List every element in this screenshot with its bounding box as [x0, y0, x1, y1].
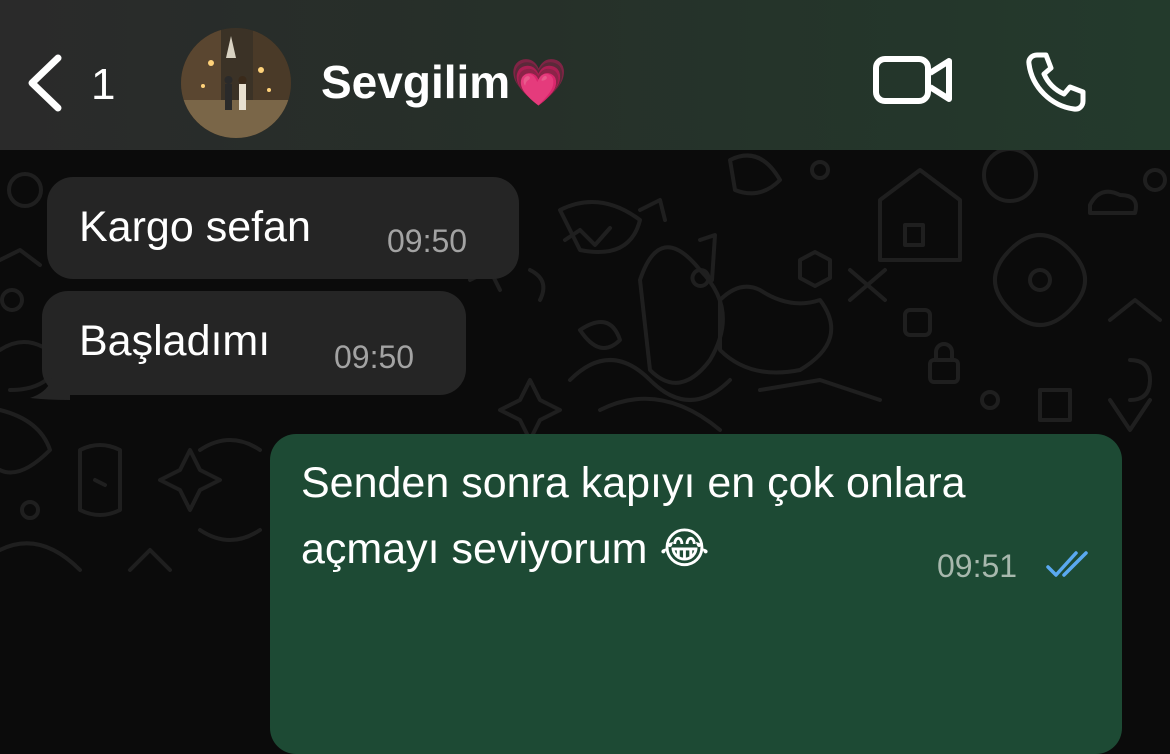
message-bubble-incoming[interactable]: Başladımı 09:50: [42, 291, 466, 395]
chevron-left-icon[interactable]: [22, 52, 72, 114]
read-receipt-icon: [1046, 551, 1088, 577]
chat-area[interactable]: Kargo sefan 09:50 Başladımı 09:50 Senden…: [0, 150, 1170, 754]
bubble-tail: [30, 378, 70, 400]
message-text-line2: açmayı seviyorum 😂: [301, 525, 710, 573]
message-time: 09:51: [937, 548, 1018, 584]
message-bubble-outgoing[interactable]: Senden sonra kapıyı en çok onlara açmayı…: [270, 434, 1122, 754]
message-text: Başladımı: [79, 317, 271, 365]
message-text-line1: Senden sonra kapıyı en çok onlara: [301, 459, 966, 507]
message-time: 09:50: [387, 223, 468, 259]
message-time: 09:50: [334, 339, 415, 375]
contact-name[interactable]: Sevgilim💗: [321, 54, 567, 110]
unread-count[interactable]: 1: [91, 60, 115, 110]
phone-icon[interactable]: [1024, 50, 1088, 114]
message-text: Kargo sefan: [79, 203, 311, 251]
chat-header: 1 Sevgilim💗: [0, 0, 1170, 150]
message-bubble-incoming[interactable]: Kargo sefan 09:50: [47, 177, 519, 279]
avatar[interactable]: [181, 28, 291, 138]
video-camera-icon[interactable]: [872, 52, 954, 108]
